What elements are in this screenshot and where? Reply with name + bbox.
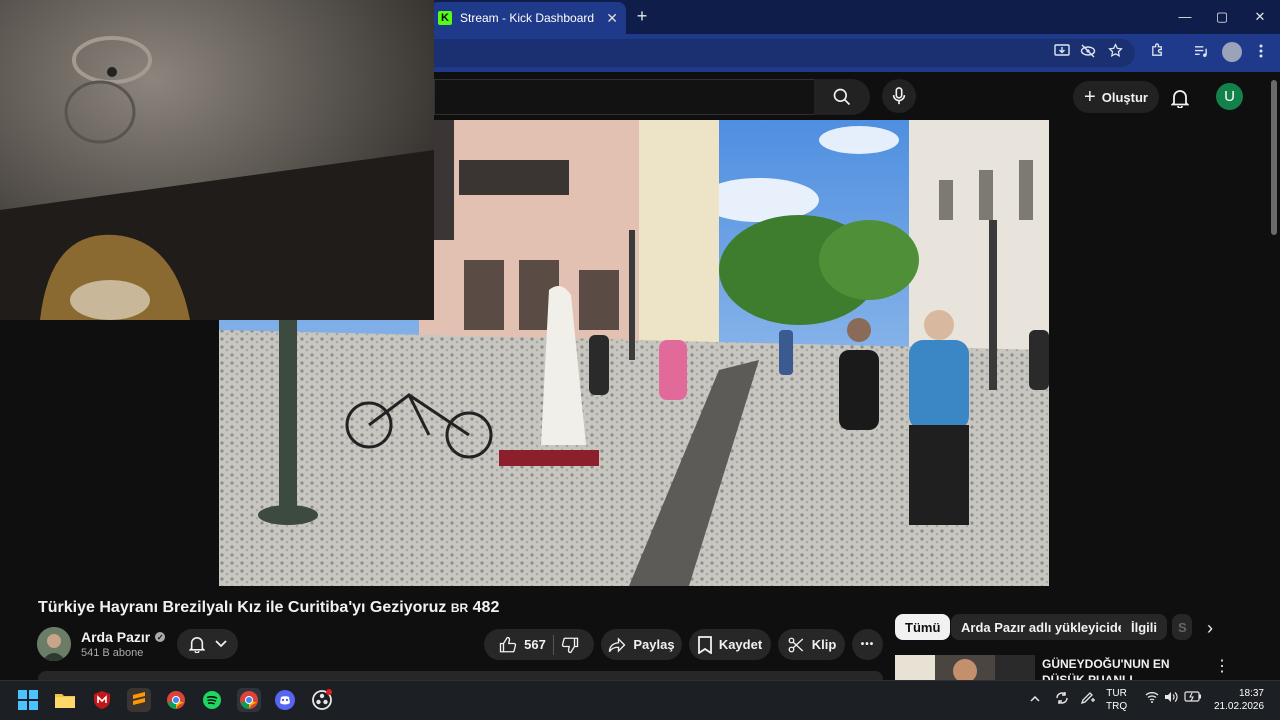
chip-all[interactable]: Tümü xyxy=(895,614,951,640)
channel-name-text: Arda Pazır xyxy=(81,629,151,645)
plus-icon: + xyxy=(1084,86,1096,108)
more-actions-button[interactable]: ••• xyxy=(852,629,883,660)
save-button[interactable]: Kaydet xyxy=(689,629,771,660)
battery-icon[interactable] xyxy=(1184,691,1201,707)
pen-input-icon[interactable] xyxy=(1080,691,1096,707)
video-title: Türkiye Hayranı Brezilyalı Kız ile Curit… xyxy=(38,599,499,617)
create-button[interactable]: + Oluştur xyxy=(1073,81,1159,113)
share-arrow-icon xyxy=(609,636,626,653)
channel-avatar[interactable] xyxy=(37,627,71,661)
sync-icon[interactable] xyxy=(1054,691,1070,707)
clock-date: 21.02.2026 xyxy=(1214,701,1265,712)
webcam-image xyxy=(0,0,434,320)
chevron-up-icon[interactable] xyxy=(1027,691,1043,707)
recommendation-thumbnail[interactable] xyxy=(895,655,1035,680)
discord-icon[interactable] xyxy=(273,688,297,712)
thumbs-up-icon xyxy=(499,636,517,652)
tab-kick-dashboard[interactable]: K Stream - Kick Dashboard ✕ xyxy=(430,2,626,34)
subscription-notifications-button[interactable] xyxy=(177,629,238,659)
microphone-icon xyxy=(892,87,906,105)
obs-icon[interactable] xyxy=(310,688,334,712)
clip-button[interactable]: Klip xyxy=(778,629,845,660)
scissors-icon xyxy=(788,637,803,652)
address-bar[interactable] xyxy=(420,39,1135,67)
keyboard-layout: TRQ xyxy=(1106,701,1128,712)
chevron-right-icon[interactable]: › xyxy=(1198,616,1222,640)
user-avatar[interactable]: U xyxy=(1216,83,1243,110)
dislike-button[interactable] xyxy=(561,636,579,654)
video-title-text: Türkiye Hayranı Brezilyalı Kız ile Curit… xyxy=(38,599,447,616)
recommendation-menu-icon[interactable]: ⋮ xyxy=(1214,656,1230,676)
wifi-icon[interactable] xyxy=(1144,691,1160,707)
share-button[interactable]: Paylaş xyxy=(601,629,682,660)
chevron-down-icon xyxy=(214,640,227,648)
volume-icon[interactable] xyxy=(1163,691,1179,707)
input-language[interactable]: TUR TRQ xyxy=(1106,687,1127,713)
install-app-icon[interactable] xyxy=(1051,42,1073,64)
like-count: 567 xyxy=(524,637,546,652)
bell-icon xyxy=(1171,90,1189,108)
recommendation-title[interactable]: GÜNEYDOĞU'NUN EN DÜŞÜK PUANLI RESTORANTL… xyxy=(1042,656,1212,680)
verified-check-icon: ✓ xyxy=(155,632,166,642)
like-divider xyxy=(552,634,554,655)
description-box[interactable] xyxy=(38,671,883,680)
browser-menu-icon[interactable] xyxy=(1250,42,1272,64)
media-control-icon[interactable] xyxy=(1190,42,1212,64)
clock-time: 18:37 xyxy=(1238,688,1264,699)
save-label: Kaydet xyxy=(718,637,763,652)
chip-related[interactable]: İlgili xyxy=(1121,614,1167,640)
subscriber-count: 541 B abone xyxy=(81,647,144,659)
webcam-overlay xyxy=(0,0,434,320)
like-dislike-group: 567 xyxy=(484,629,594,660)
video-title-number: 482 xyxy=(472,599,500,616)
language-code: TUR xyxy=(1106,688,1127,699)
create-label: Oluştur xyxy=(1101,89,1148,105)
file-explorer-icon[interactable] xyxy=(53,688,77,712)
chrome-icon[interactable] xyxy=(164,688,188,712)
tab-title: Stream - Kick Dashboard xyxy=(460,11,595,25)
channel-name[interactable]: Arda Pazır ✓ xyxy=(81,629,166,645)
scrollbar-thumb[interactable] xyxy=(1271,80,1277,235)
new-tab-button[interactable]: + xyxy=(632,6,652,26)
chrome-active-icon[interactable] xyxy=(237,688,261,712)
windows-start-icon[interactable] xyxy=(16,688,40,712)
like-button[interactable]: 567 xyxy=(499,636,546,654)
brazil-flag-label: BR xyxy=(450,601,469,615)
window-close-button[interactable]: ✕ xyxy=(1245,6,1275,28)
kick-logo-icon: K xyxy=(438,11,452,25)
search-button[interactable] xyxy=(814,79,870,115)
share-label: Paylaş xyxy=(633,637,675,652)
search-input[interactable] xyxy=(434,79,814,115)
search-icon xyxy=(833,88,851,106)
thumbs-down-icon xyxy=(561,637,579,653)
spotify-icon[interactable] xyxy=(200,688,224,712)
minimize-button[interactable]: — xyxy=(1170,6,1200,28)
mcafee-icon[interactable] xyxy=(90,688,114,712)
tab-close-icon[interactable]: ✕ xyxy=(606,10,618,27)
bookmark-icon xyxy=(697,635,712,654)
clip-label: Klip xyxy=(811,637,837,652)
sublime-text-icon[interactable] xyxy=(127,688,151,712)
voice-search-button[interactable] xyxy=(882,79,916,113)
chip-partial[interactable]: S xyxy=(1172,614,1192,640)
more-horizontal-icon: ••• xyxy=(860,639,875,650)
extensions-icon[interactable] xyxy=(1146,42,1168,64)
bookmark-star-icon[interactable] xyxy=(1104,42,1126,64)
clock[interactable]: 18:37 21.02.2026 xyxy=(1214,687,1264,713)
eye-off-icon[interactable] xyxy=(1077,42,1099,64)
bell-icon xyxy=(188,637,205,653)
notifications-button[interactable] xyxy=(1166,84,1194,112)
browser-profile-avatar[interactable] xyxy=(1222,42,1242,62)
maximize-button[interactable]: ▢ xyxy=(1207,6,1237,28)
chip-from-uploader[interactable]: Arda Pazır adlı yükleyiciden xyxy=(951,614,1143,640)
